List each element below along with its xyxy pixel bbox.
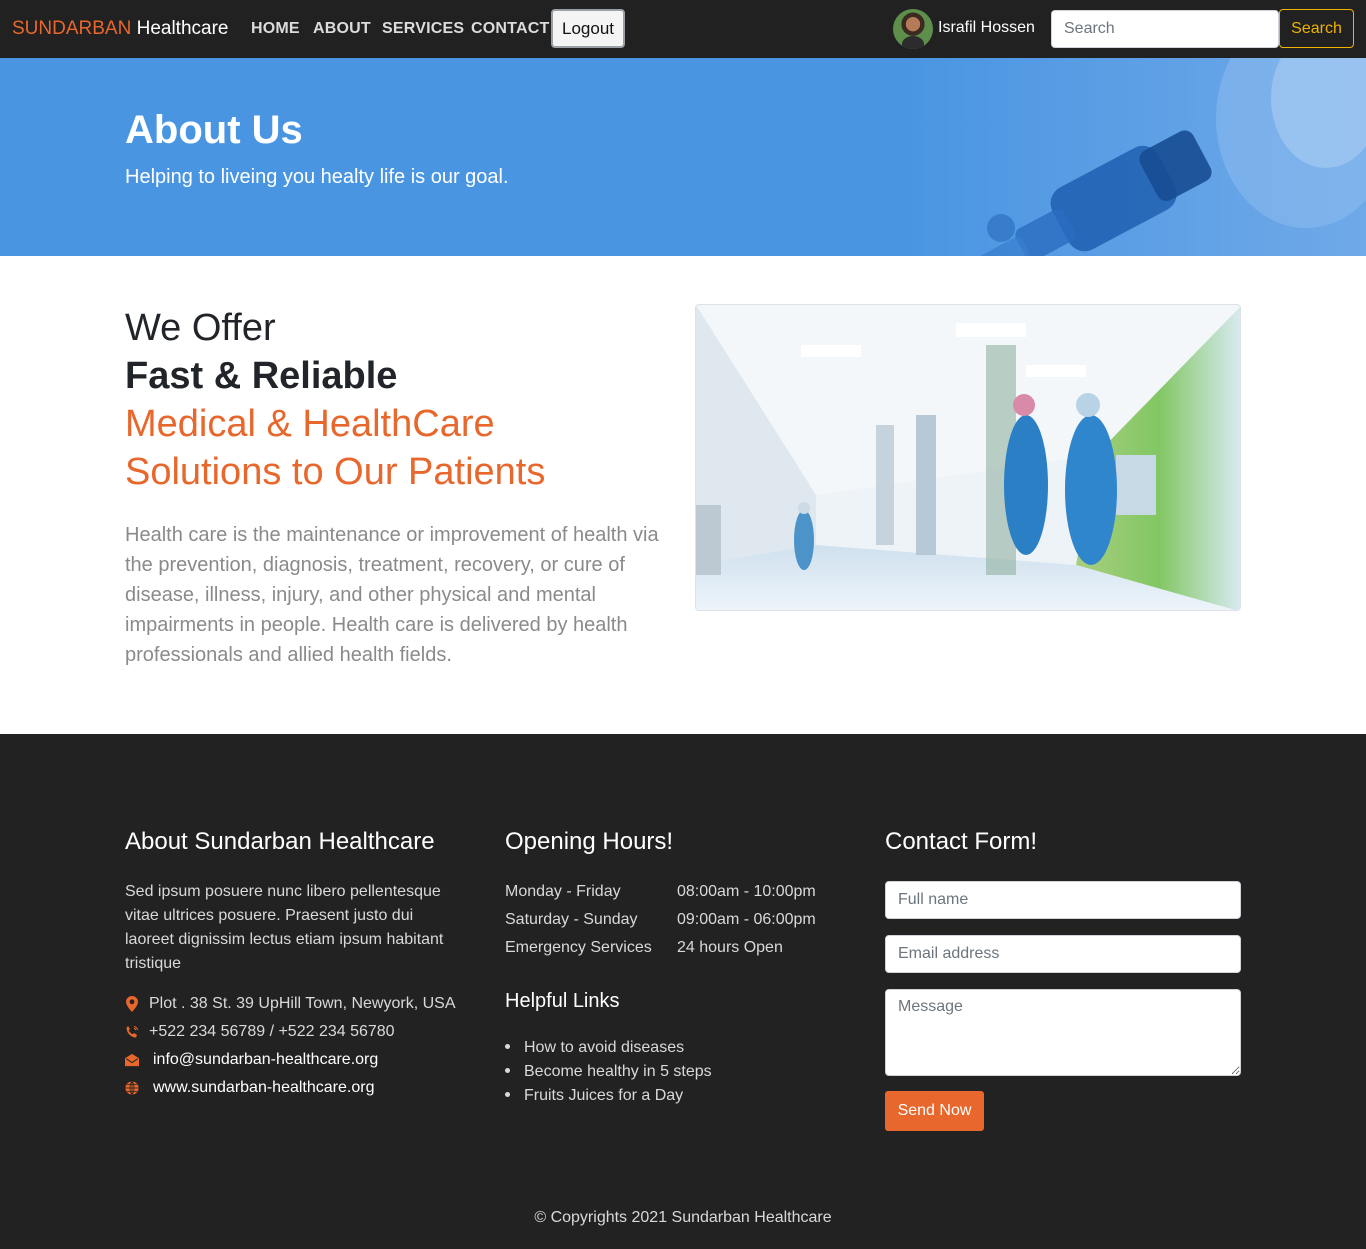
phone-text: +522 234 56789 / +522 234 56780 [149, 1023, 395, 1040]
helpful-link-item[interactable]: Become healthy in 5 steps [505, 1062, 712, 1082]
envelope-icon [125, 1052, 139, 1068]
address-row: Plot . 38 St. 39 UpHill Town, Newyork, U… [125, 993, 456, 1015]
nav-link-services[interactable]: SERVICES [382, 19, 464, 39]
hours-time: 09:00am - 06:00pm [677, 911, 816, 928]
logout-button[interactable]: Logout [551, 9, 625, 48]
nav-link-home[interactable]: HOME [251, 19, 300, 39]
offer-heading-line1: We Offer [125, 307, 276, 349]
bullet-icon [505, 1067, 510, 1073]
phone-icon [125, 1024, 139, 1040]
page-subtitle: Helping to liveing you healty life is ou… [125, 166, 509, 188]
hospital-corridor-image [695, 304, 1241, 611]
website-link[interactable]: www.sundarban-healthcare.org [153, 1077, 374, 1099]
offer-heading-line4: Solutions to Our Patients [125, 451, 546, 493]
email-field[interactable] [885, 935, 1241, 973]
helpful-link-label[interactable]: Become healthy in 5 steps [524, 1063, 712, 1080]
message-field[interactable] [885, 989, 1241, 1076]
page-title: About Us [125, 108, 303, 152]
nav-link-contact[interactable]: CONTACT [471, 19, 549, 39]
opening-hours-heading: Opening Hours! [505, 828, 674, 855]
offer-description: Health care is the maintenance or improv… [125, 524, 659, 666]
nav-link-about[interactable]: ABOUT [313, 19, 371, 39]
hours-day: Monday - Friday [505, 883, 621, 900]
helpful-link-label[interactable]: Fruits Juices for a Day [524, 1087, 683, 1104]
send-button[interactable]: Send Now [885, 1091, 984, 1131]
hours-time: 24 hours Open [677, 939, 783, 956]
hero-microscope-image [906, 58, 1366, 256]
helpful-links-heading: Helpful Links [505, 990, 620, 1012]
offer-heading-line3: Medical & HealthCare [125, 403, 495, 445]
navbar: SUNDARBAN Healthcare HOME ABOUT SERVICES… [0, 0, 1366, 58]
search-input[interactable] [1051, 10, 1279, 48]
map-pin-icon [125, 996, 139, 1012]
brand-logo[interactable]: SUNDARBAN Healthcare [12, 17, 228, 41]
hero-banner: About Us Helping to liveing you healty l… [0, 58, 1366, 256]
email-link[interactable]: info@sundarban-healthcare.org [153, 1049, 378, 1071]
brand-name-secondary: Healthcare [136, 18, 229, 39]
user-name: Israfil Hossen [938, 19, 1035, 36]
helpful-link-label[interactable]: How to avoid diseases [524, 1039, 684, 1056]
bullet-icon [505, 1091, 510, 1097]
website-row[interactable]: www.sundarban-healthcare.org [125, 1077, 374, 1099]
bullet-icon [505, 1043, 510, 1049]
footer-about-text: Sed ipsum posuere nunc libero pellentesq… [125, 883, 444, 972]
footer-about-heading: About Sundarban Healthcare [125, 828, 435, 855]
offer-heading-line2: Fast & Reliable [125, 355, 398, 397]
hours-day: Saturday - Sunday [505, 911, 638, 928]
footer: About Sundarban Healthcare Sed ipsum pos… [0, 734, 1366, 1249]
hours-time: 08:00am - 10:00pm [677, 883, 816, 900]
phone-row: +522 234 56789 / +522 234 56780 [125, 1021, 395, 1043]
avatar[interactable] [893, 9, 933, 49]
helpful-link-item[interactable]: How to avoid diseases [505, 1038, 684, 1058]
copyright-text: © Copyrights 2021 Sundarban Healthcare [534, 1209, 832, 1226]
address-text: Plot . 38 St. 39 UpHill Town, Newyork, U… [149, 995, 456, 1012]
email-row[interactable]: info@sundarban-healthcare.org [125, 1049, 378, 1071]
full-name-field[interactable] [885, 881, 1241, 919]
search-button[interactable]: Search [1279, 9, 1354, 48]
brand-name-primary: SUNDARBAN [12, 18, 132, 39]
helpful-link-item[interactable]: Fruits Juices for a Day [505, 1086, 683, 1106]
globe-icon [125, 1080, 139, 1096]
contact-form-heading: Contact Form! [885, 828, 1038, 855]
hours-day: Emergency Services [505, 939, 652, 956]
